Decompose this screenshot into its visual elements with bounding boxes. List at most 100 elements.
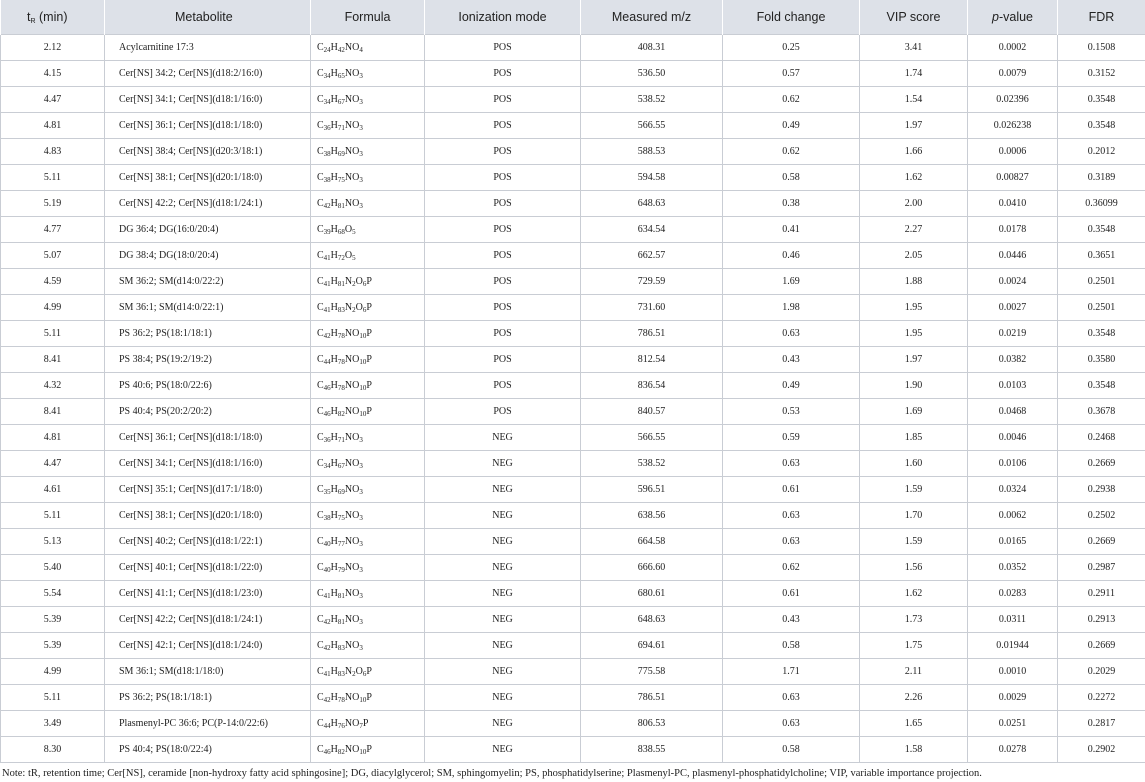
cell-ionization-mode: NEG bbox=[424, 632, 581, 659]
cell-metabolite: Cer[NS] 42:2; Cer[NS](d18:1/24:1) bbox=[104, 606, 311, 633]
cell-metabolite: SM 36:2; SM(d14:0/22:2) bbox=[104, 268, 311, 295]
cell-retention-time: 4.61 bbox=[0, 476, 105, 503]
cell-fold-change: 0.63 bbox=[722, 450, 860, 477]
cell-formula: C34H67NO3 bbox=[310, 86, 425, 113]
cell-ionization-mode: POS bbox=[424, 294, 581, 321]
cell-retention-time: 5.54 bbox=[0, 580, 105, 607]
cell-vip-score: 2.27 bbox=[859, 216, 968, 243]
cell-fold-change: 0.59 bbox=[722, 424, 860, 451]
cell-fdr: 0.2911 bbox=[1057, 580, 1145, 607]
cell-fdr: 0.3548 bbox=[1057, 320, 1145, 347]
cell-formula: C42H78NO10P bbox=[310, 320, 425, 347]
header-retention-time: tR (min) bbox=[0, 0, 105, 35]
cell-measured-mz: 666.60 bbox=[580, 554, 723, 581]
cell-fold-change: 0.49 bbox=[722, 112, 860, 139]
cell-ionization-mode: POS bbox=[424, 138, 581, 165]
cell-p-value: 0.0002 bbox=[967, 34, 1058, 61]
cell-retention-time: 5.39 bbox=[0, 632, 105, 659]
cell-fdr: 0.3189 bbox=[1057, 164, 1145, 191]
table-header: tR (min) Metabolite Formula Ionization m… bbox=[0, 0, 1145, 35]
cell-ionization-mode: POS bbox=[424, 86, 581, 113]
cell-retention-time: 5.11 bbox=[0, 320, 105, 347]
cell-formula: C38H69NO3 bbox=[310, 138, 425, 165]
cell-measured-mz: 840.57 bbox=[580, 398, 723, 425]
cell-fold-change: 0.62 bbox=[722, 138, 860, 165]
cell-vip-score: 1.62 bbox=[859, 580, 968, 607]
cell-metabolite: PS 36:2; PS(18:1/18:1) bbox=[104, 684, 311, 711]
cell-measured-mz: 786.51 bbox=[580, 684, 723, 711]
cell-p-value: 0.00827 bbox=[967, 164, 1058, 191]
table-row: 5.11 Cer[NS] 38:1; Cer[NS](d20:1/18:0) C38… bbox=[0, 164, 1145, 191]
header-fold-change: Fold change bbox=[722, 0, 860, 35]
cell-metabolite: Cer[NS] 36:1; Cer[NS](d18:1/18:0) bbox=[104, 424, 311, 451]
cell-vip-score: 2.05 bbox=[859, 242, 968, 269]
cell-metabolite: DG 38:4; DG(18:0/20:4) bbox=[104, 242, 311, 269]
cell-retention-time: 4.47 bbox=[0, 450, 105, 477]
cell-fdr: 0.3548 bbox=[1057, 216, 1145, 243]
cell-fold-change: 0.53 bbox=[722, 398, 860, 425]
cell-retention-time: 4.77 bbox=[0, 216, 105, 243]
cell-vip-score: 1.75 bbox=[859, 632, 968, 659]
table-row: 5.39 Cer[NS] 42:2; Cer[NS](d18:1/24:1) C42… bbox=[0, 606, 1145, 633]
cell-vip-score: 1.74 bbox=[859, 60, 968, 87]
cell-metabolite: Cer[NS] 40:2; Cer[NS](d18:1/22:1) bbox=[104, 528, 311, 555]
cell-metabolite: Cer[NS] 35:1; Cer[NS](d17:1/18:0) bbox=[104, 476, 311, 503]
cell-measured-mz: 680.61 bbox=[580, 580, 723, 607]
cell-fdr: 0.2501 bbox=[1057, 268, 1145, 295]
cell-measured-mz: 538.52 bbox=[580, 86, 723, 113]
cell-measured-mz: 648.63 bbox=[580, 606, 723, 633]
cell-retention-time: 4.81 bbox=[0, 424, 105, 451]
cell-vip-score: 1.60 bbox=[859, 450, 968, 477]
cell-fold-change: 0.38 bbox=[722, 190, 860, 217]
cell-formula: C41H83N2O6P bbox=[310, 658, 425, 685]
cell-metabolite: Cer[NS] 34:1; Cer[NS](d18:1/16:0) bbox=[104, 450, 311, 477]
cell-fdr: 0.2669 bbox=[1057, 632, 1145, 659]
cell-retention-time: 5.19 bbox=[0, 190, 105, 217]
cell-measured-mz: 536.50 bbox=[580, 60, 723, 87]
cell-fdr: 0.2669 bbox=[1057, 450, 1145, 477]
cell-retention-time: 8.30 bbox=[0, 736, 105, 763]
cell-formula: C41H81NO3 bbox=[310, 580, 425, 607]
cell-vip-score: 1.90 bbox=[859, 372, 968, 399]
cell-p-value: 0.0106 bbox=[967, 450, 1058, 477]
cell-p-value: 0.0178 bbox=[967, 216, 1058, 243]
cell-formula: C42H83NO3 bbox=[310, 632, 425, 659]
cell-metabolite: SM 36:1; SM(d14:0/22:1) bbox=[104, 294, 311, 321]
cell-fdr: 0.2468 bbox=[1057, 424, 1145, 451]
cell-vip-score: 1.97 bbox=[859, 112, 968, 139]
cell-formula: C34H67NO3 bbox=[310, 450, 425, 477]
cell-measured-mz: 566.55 bbox=[580, 424, 723, 451]
header-ionization-mode: Ionization mode bbox=[424, 0, 581, 35]
cell-p-value: 0.0251 bbox=[967, 710, 1058, 737]
cell-retention-time: 8.41 bbox=[0, 398, 105, 425]
cell-vip-score: 1.59 bbox=[859, 476, 968, 503]
cell-vip-score: 1.66 bbox=[859, 138, 968, 165]
cell-p-value: 0.0468 bbox=[967, 398, 1058, 425]
table-row: 4.61 Cer[NS] 35:1; Cer[NS](d17:1/18:0) C35… bbox=[0, 476, 1145, 503]
cell-measured-mz: 594.58 bbox=[580, 164, 723, 191]
cell-vip-score: 1.97 bbox=[859, 346, 968, 373]
cell-formula: C39H68O5 bbox=[310, 216, 425, 243]
cell-metabolite: Cer[NS] 40:1; Cer[NS](d18:1/22:0) bbox=[104, 554, 311, 581]
cell-metabolite: PS 36:2; PS(18:1/18:1) bbox=[104, 320, 311, 347]
cell-vip-score: 1.69 bbox=[859, 398, 968, 425]
cell-fdr: 0.2938 bbox=[1057, 476, 1145, 503]
cell-fdr: 0.36099 bbox=[1057, 190, 1145, 217]
cell-ionization-mode: NEG bbox=[424, 606, 581, 633]
cell-p-value: 0.0079 bbox=[967, 60, 1058, 87]
cell-metabolite: Cer[NS] 34:2; Cer[NS](d18:2/16:0) bbox=[104, 60, 311, 87]
cell-ionization-mode: POS bbox=[424, 372, 581, 399]
cell-metabolite: Cer[NS] 38:1; Cer[NS](d20:1/18:0) bbox=[104, 164, 311, 191]
cell-fdr: 0.2669 bbox=[1057, 528, 1145, 555]
cell-measured-mz: 694.61 bbox=[580, 632, 723, 659]
header-fdr: FDR bbox=[1057, 0, 1145, 35]
cell-fold-change: 1.71 bbox=[722, 658, 860, 685]
cell-formula: C36H71NO3 bbox=[310, 424, 425, 451]
cell-p-value: 0.0062 bbox=[967, 502, 1058, 529]
cell-formula: C44H76NO7P bbox=[310, 710, 425, 737]
cell-retention-time: 8.41 bbox=[0, 346, 105, 373]
cell-p-value: 0.0446 bbox=[967, 242, 1058, 269]
cell-fold-change: 0.58 bbox=[722, 164, 860, 191]
cell-fold-change: 0.63 bbox=[722, 684, 860, 711]
table-row: 5.19 Cer[NS] 42:2; Cer[NS](d18:1/24:1) C42… bbox=[0, 190, 1145, 217]
